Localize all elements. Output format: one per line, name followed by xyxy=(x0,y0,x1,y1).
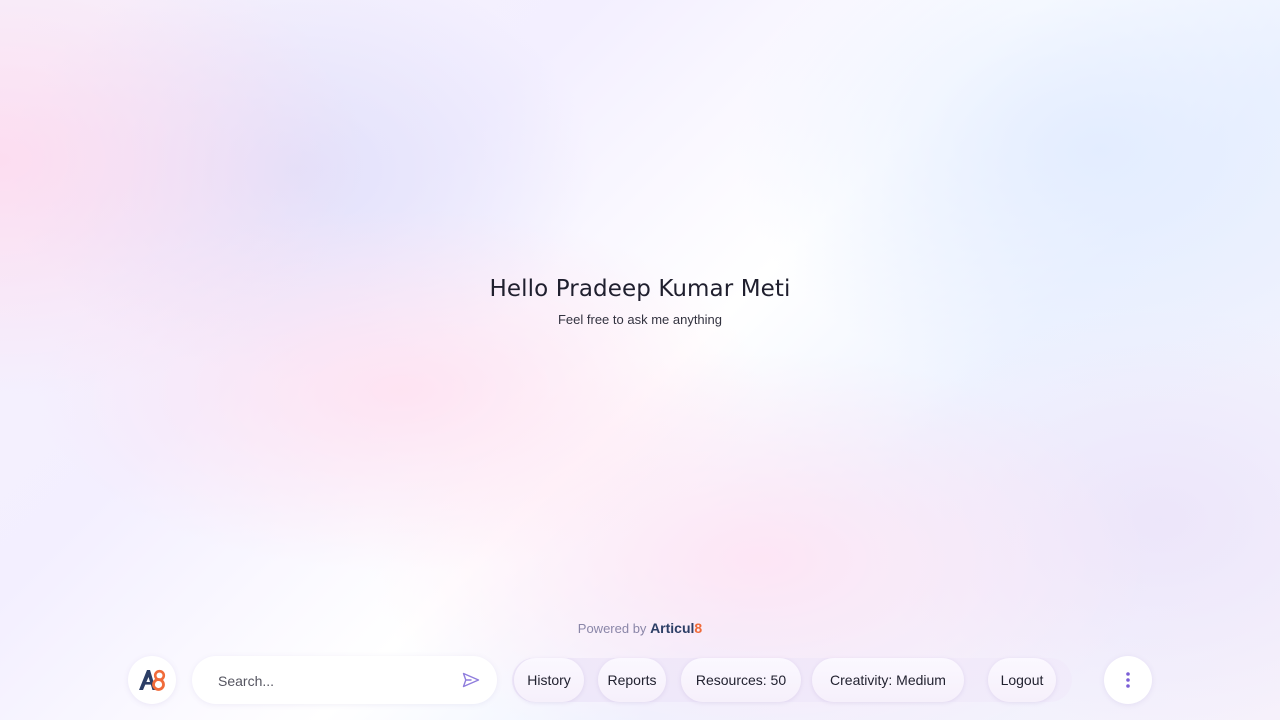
more-vertical-icon[interactable] xyxy=(1104,656,1152,704)
greeting-subtitle: Feel free to ask me anything xyxy=(557,312,723,327)
search-input[interactable] xyxy=(216,668,450,694)
resources-button[interactable]: Resources: 50 xyxy=(681,658,801,702)
powered-by: Powered by Articul8 xyxy=(0,620,1280,636)
powered-by-label: Powered by xyxy=(577,621,647,636)
logout-button[interactable]: Logout xyxy=(988,658,1056,702)
bottom-toolbar: History Reports Resources: 50 Creativity… xyxy=(128,656,1152,704)
brand-accent: 8 xyxy=(694,620,703,636)
history-button[interactable]: History xyxy=(514,658,584,702)
greeting-section: Hello Pradeep Kumar Meti Feel free to as… xyxy=(0,276,1280,327)
articul8-logo-icon[interactable] xyxy=(128,656,176,704)
reports-button[interactable]: Reports xyxy=(598,658,666,702)
creativity-button[interactable]: Creativity: Medium xyxy=(812,658,964,702)
send-icon[interactable] xyxy=(461,670,481,690)
brand-main: Articul xyxy=(650,620,695,636)
search-box xyxy=(192,656,497,704)
greeting-title: Hello Pradeep Kumar Meti xyxy=(489,276,791,302)
brand-name: Articul8 xyxy=(650,620,702,636)
